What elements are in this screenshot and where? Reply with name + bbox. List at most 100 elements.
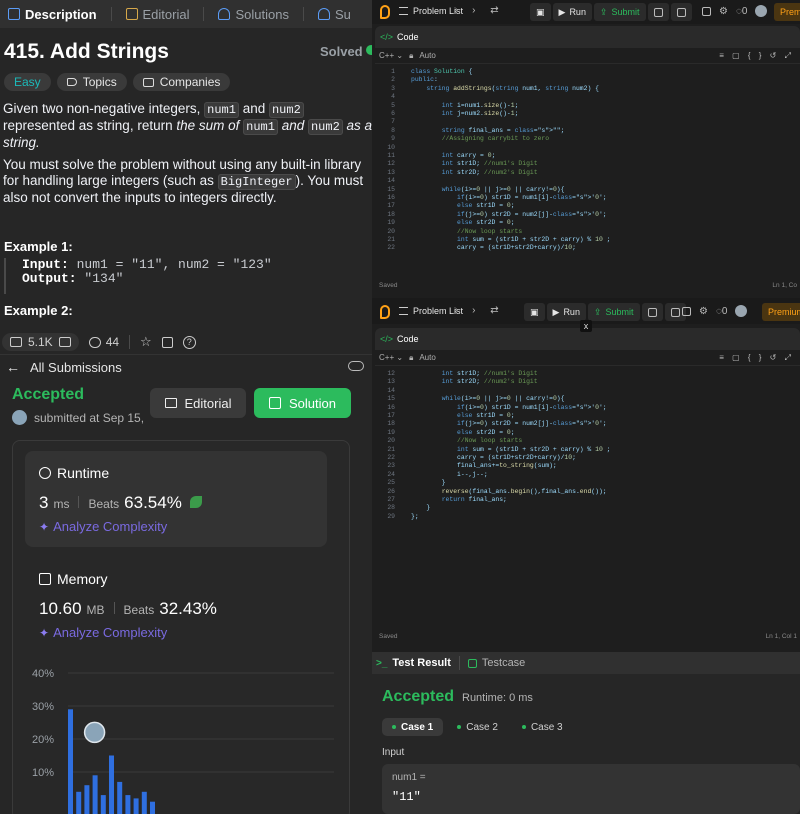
help-icon[interactable]: ? xyxy=(182,335,196,349)
code-line: class Solution { xyxy=(411,68,473,75)
debug-button[interactable]: ▣ xyxy=(524,303,545,321)
code-editor[interactable]: 12 int str1D; //num1's Digit 13 int str2D… xyxy=(375,366,800,626)
avatar[interactable] xyxy=(735,305,748,317)
gear-icon[interactable]: ⚙ xyxy=(719,6,728,17)
companies-button[interactable]: Companies xyxy=(132,73,231,91)
fire-icon[interactable]: ◌0 xyxy=(716,306,728,317)
editorial-button[interactable]: Editorial xyxy=(150,388,246,418)
back-arrow-icon[interactable]: ← xyxy=(6,359,20,375)
code-editor[interactable]: 1 class Solution {2 public: 3 string addStr… xyxy=(375,64,800,274)
case-tab-1[interactable]: Case 1 xyxy=(382,718,444,736)
debug-button[interactable]: ▣ xyxy=(530,3,551,21)
tab-solutions[interactable]: Solutions xyxy=(218,7,289,22)
timer-button[interactable] xyxy=(641,303,663,321)
chart-bar[interactable] xyxy=(125,795,131,814)
briefcase-icon xyxy=(142,77,154,87)
y-tick-label: 10% xyxy=(32,767,54,779)
topics-button[interactable]: Topics xyxy=(56,73,127,91)
test-result-panel: >_ Test Result Testcase Accepted Runtime:… xyxy=(372,652,800,814)
chart-bar[interactable] xyxy=(84,785,90,814)
problem-title[interactable]: 415. Add Strings xyxy=(4,40,169,64)
pass-dot-icon xyxy=(457,725,462,729)
analyze-complexity-link[interactable]: ✦ Analyze Complexity xyxy=(39,519,167,534)
tab-editorial[interactable]: Editorial xyxy=(125,7,189,22)
tab-test-result[interactable]: >_ Test Result xyxy=(376,657,451,669)
run-button[interactable]: ▶ Run xyxy=(552,3,592,21)
nav-arrows[interactable]: ‹ › ⇄ xyxy=(454,5,505,16)
analyze-complexity-link[interactable]: ✦ Analyze Complexity xyxy=(39,625,167,640)
chart-bar[interactable] xyxy=(117,781,123,814)
line-number: 17 xyxy=(387,202,395,210)
code-line: //Now loop starts xyxy=(457,227,523,235)
submit-button[interactable]: ⇪ Submit xyxy=(587,303,640,321)
fire-icon[interactable]: ◌0 xyxy=(736,6,748,17)
example-1-block: Input: num1 = "11", num2 = "123" Output:… xyxy=(4,258,372,294)
chart-bar[interactable] xyxy=(92,775,98,814)
runtime-card[interactable]: Runtime 3 ms Beats 63.54% ✦ Analyze Compl… xyxy=(25,451,327,547)
grid-icon[interactable] xyxy=(702,6,711,16)
line-number: 18 xyxy=(387,210,395,218)
your-submission-avatar[interactable] xyxy=(83,721,106,744)
line-number: 6 xyxy=(391,110,395,117)
gear-icon[interactable]: ⚙ xyxy=(699,306,708,317)
memory-card[interactable]: Memory 10.60 MB Beats 32.43% ✦ Analyze Co… xyxy=(25,557,327,653)
leetcode-logo-icon[interactable] xyxy=(380,305,390,319)
tab-submissions[interactable]: Su xyxy=(317,7,351,22)
tab-testcase[interactable]: Testcase xyxy=(467,657,525,669)
editor-tools-icon[interactable]: ≡ ▢ { } ↺ ⤢ xyxy=(719,353,794,363)
line-number: 24 xyxy=(387,470,395,478)
avatar[interactable] xyxy=(12,410,27,425)
premium-button[interactable]: Premium xyxy=(762,303,800,321)
case-tab-2[interactable]: Case 2 xyxy=(447,718,508,736)
submit-button[interactable]: ⇪ Submit xyxy=(593,3,646,21)
submission-status: Accepted xyxy=(12,386,85,403)
run-controls: ▣ ▶ Run ⇪ Submit xyxy=(530,3,692,21)
chart-bar[interactable] xyxy=(150,801,155,814)
grid-icon[interactable] xyxy=(682,306,691,316)
nav-arrows[interactable]: ‹ › ⇄ xyxy=(454,305,505,316)
code-line: final_ans+=to_string(sum); xyxy=(411,462,557,470)
sparkle-icon: ✦ xyxy=(39,519,50,534)
close-icon[interactable]: x xyxy=(580,320,592,332)
divider xyxy=(129,335,131,349)
thumbs-down-icon[interactable] xyxy=(58,337,71,347)
like-button[interactable]: 5.1K xyxy=(2,333,79,351)
leaf-icon xyxy=(189,496,202,508)
star-icon[interactable]: ☆ xyxy=(140,334,152,350)
chart-bar[interactable] xyxy=(109,755,114,814)
chart-bar[interactable] xyxy=(100,795,106,814)
input-label: Input xyxy=(382,747,405,758)
chart-bar[interactable] xyxy=(76,791,82,814)
code-line: return final_ans; xyxy=(441,496,507,503)
link-icon[interactable] xyxy=(348,361,364,371)
code-panel-top: </> Code C++ ⌄ 🔒︎ Auto ≡ ▢ { } ↺ ⤢ 1 class… xyxy=(375,26,800,298)
editor-status: Saved Ln 1, Col 1 xyxy=(379,633,797,640)
chart-bar[interactable] xyxy=(141,791,147,814)
timer-button[interactable] xyxy=(647,3,669,21)
clock-icon xyxy=(39,467,51,479)
notes-button[interactable] xyxy=(670,3,692,21)
chart-bar[interactable] xyxy=(68,709,73,814)
code-tab[interactable]: </> Code xyxy=(375,26,800,48)
run-button[interactable]: ▶ Run xyxy=(546,303,586,321)
tab-description[interactable]: Description xyxy=(8,7,97,22)
bug-icon: ▣ xyxy=(536,6,545,17)
code-line: int i=num1.size()-1; xyxy=(441,101,519,109)
solution-button[interactable]: Solution xyxy=(254,388,351,418)
code-line: } xyxy=(411,479,446,487)
editor-tools-icon[interactable]: ≡ ▢ { } ↺ ⤢ xyxy=(719,51,794,61)
chart-bar[interactable] xyxy=(133,798,139,814)
leetcode-logo-icon[interactable] xyxy=(380,5,390,19)
case-tab-3[interactable]: Case 3 xyxy=(512,718,573,736)
language-select[interactable]: C++ ⌄ xyxy=(379,353,403,362)
line-number: 21 xyxy=(387,445,395,453)
share-icon[interactable] xyxy=(161,336,173,348)
test-runtime: Runtime: 0 ms xyxy=(462,692,533,704)
premium-button[interactable]: Premu xyxy=(774,3,800,21)
comments-button[interactable]: 44 xyxy=(88,335,119,349)
avatar[interactable] xyxy=(755,5,768,17)
line-number: 29 xyxy=(387,512,395,520)
all-submissions-link[interactable]: All Submissions xyxy=(30,360,122,375)
line-number: 14 xyxy=(387,177,395,185)
language-select[interactable]: C++ ⌄ xyxy=(379,51,403,60)
